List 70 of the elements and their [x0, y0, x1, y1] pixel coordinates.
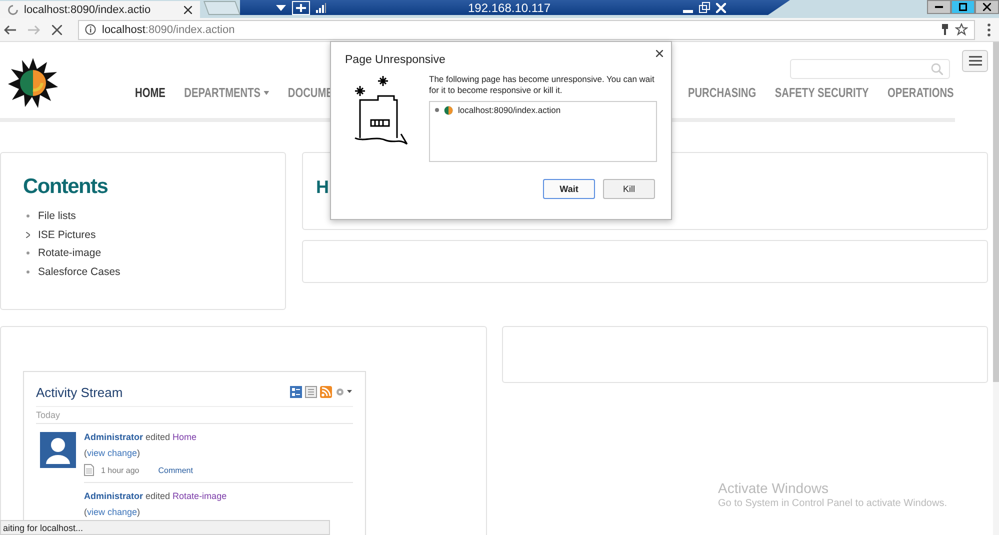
logo-icon[interactable]: [8, 58, 58, 108]
nav-link[interactable]: PURCHASING: [688, 85, 756, 100]
dialog-button[interactable]: Wait: [543, 179, 595, 199]
contents-heading: Contents: [23, 175, 109, 199]
site-icon: [444, 106, 453, 114]
signal-icon: [316, 2, 326, 12]
bullet-icon: [26, 270, 30, 274]
nav-link[interactable]: HOME: [135, 85, 166, 100]
bullet-icon: [26, 214, 30, 218]
close-icon[interactable]: [184, 6, 192, 14]
grid-view-icon[interactable]: [290, 386, 302, 398]
dialog-button[interactable]: Kill: [603, 179, 655, 199]
nav-link[interactable]: OPERATIONS: [888, 85, 954, 100]
user-link[interactable]: Administrator: [84, 432, 144, 442]
bullet-icon: [435, 108, 439, 112]
activation-message: Go to System in Control Panel to activate Windows.: [718, 498, 947, 509]
activity-text: Administrator edited Home: [84, 432, 198, 444]
remote-address: 192.168.10.117: [468, 0, 551, 14]
comment-link[interactable]: Comment: [158, 466, 193, 474]
dialog-message: The following page has become unresponsive. You can wait for it to become responsive or kill it.: [429, 74, 656, 96]
page-link[interactable]: Home: [172, 432, 197, 442]
page-link[interactable]: File lists: [38, 210, 76, 222]
star-icon[interactable]: [955, 23, 968, 36]
view-change-link[interactable]: view change: [87, 448, 138, 458]
user-link[interactable]: Administrator: [84, 491, 144, 501]
restore-icon[interactable]: [698, 2, 710, 13]
new-tab-button[interactable]: [203, 1, 241, 15]
caret-icon: [264, 90, 270, 94]
change-text: (view change): [84, 448, 142, 460]
page-link[interactable]: Salesforce Cases: [38, 266, 120, 278]
status-text: aiting for localhost...: [3, 522, 84, 532]
close-icon[interactable]: [656, 50, 663, 57]
close-button[interactable]: [975, 0, 999, 14]
bullet-icon: [26, 251, 30, 256]
activity-text: Administrator edited Rotate-image: [84, 491, 228, 503]
page-link[interactable]: Rotate-image: [172, 491, 227, 501]
document-icon: [84, 464, 94, 476]
close-icon: [983, 3, 991, 11]
info-icon: [85, 24, 96, 35]
stop-icon[interactable]: [52, 24, 62, 34]
change-text: (view change): [84, 507, 142, 519]
maximize-icon: [959, 3, 967, 11]
menu-button[interactable]: [962, 50, 988, 72]
settings-icon[interactable]: [335, 387, 353, 397]
avatar-icon: [40, 432, 76, 468]
timestamp: 1 hour ago: [101, 466, 140, 474]
panel-title: Activity Stream: [36, 384, 123, 400]
date-group-label: Today: [36, 407, 353, 424]
maximize-button[interactable]: [951, 0, 975, 14]
scrollbar[interactable]: [993, 42, 999, 535]
key-icon[interactable]: [941, 24, 949, 36]
activation-title: Activate Windows: [718, 480, 830, 496]
browser-tab[interactable]: localhost:8090/index.actio: [0, 1, 200, 18]
nav-link[interactable]: SAFETY SECURITY: [775, 85, 869, 100]
pin-icon[interactable]: [292, 0, 310, 14]
view-change-link[interactable]: view change: [87, 507, 138, 517]
dropdown-icon[interactable]: [276, 4, 286, 10]
dialog-title: Page Unresponsive: [345, 54, 446, 66]
back-icon[interactable]: [4, 24, 16, 34]
menu-icon: [968, 56, 982, 66]
search-field[interactable]: [790, 59, 950, 79]
page-link[interactable]: Rotate-image: [38, 247, 102, 260]
minimize-button[interactable]: [927, 0, 951, 14]
minimize-icon: [935, 6, 943, 8]
address-field[interactable]: localhost:8090/index.action: [78, 20, 975, 40]
nav-link[interactable]: DEPARTMENTS: [184, 85, 270, 100]
page-heading: H: [316, 177, 329, 197]
page-link[interactable]: ISE Pictures: [38, 228, 96, 241]
page-url: localhost:8090/index.action: [458, 105, 561, 115]
menu-icon[interactable]: [987, 22, 991, 36]
